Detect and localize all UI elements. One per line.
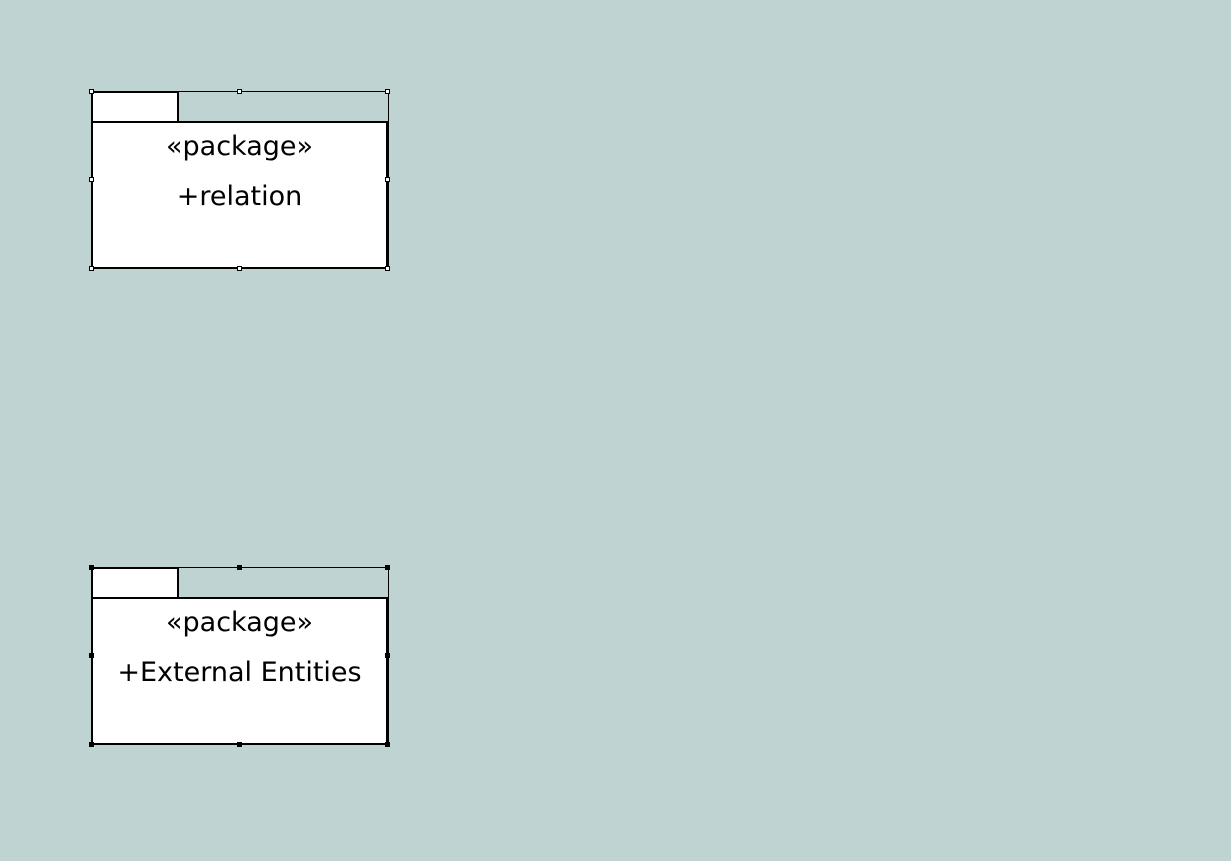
- package-tab: [91, 91, 179, 122]
- resize-handle-nw[interactable]: [89, 89, 94, 94]
- package-name[interactable]: +relation: [93, 180, 386, 214]
- resize-handle-ne[interactable]: [385, 89, 390, 94]
- resize-handle-se[interactable]: [385, 266, 390, 271]
- package-stereotype: «package»: [165, 131, 314, 162]
- package-tab: [91, 567, 179, 598]
- resize-handle-e[interactable]: [385, 653, 390, 658]
- package-body: «package» +relation: [91, 121, 388, 269]
- resize-handle-w[interactable]: [89, 653, 94, 658]
- resize-handle-w[interactable]: [89, 177, 94, 182]
- resize-handle-sw[interactable]: [89, 742, 94, 747]
- package-stereotype: «package»: [165, 607, 314, 638]
- package-external-entities[interactable]: «package» +External Entities: [91, 567, 388, 745]
- resize-handle-n[interactable]: [237, 565, 242, 570]
- diagram-canvas[interactable]: «package» +relation «package» +External …: [0, 0, 1231, 861]
- resize-handle-s[interactable]: [237, 742, 242, 747]
- resize-handle-s[interactable]: [237, 266, 242, 271]
- resize-handle-e[interactable]: [385, 177, 390, 182]
- package-body: «package» +External Entities: [91, 597, 388, 745]
- resize-handle-n[interactable]: [237, 89, 242, 94]
- package-name[interactable]: +External Entities: [93, 656, 386, 690]
- resize-handle-sw[interactable]: [89, 266, 94, 271]
- resize-handle-nw[interactable]: [89, 565, 94, 570]
- resize-handle-ne[interactable]: [385, 565, 390, 570]
- resize-handle-se[interactable]: [385, 742, 390, 747]
- package-relation[interactable]: «package» +relation: [91, 91, 388, 269]
